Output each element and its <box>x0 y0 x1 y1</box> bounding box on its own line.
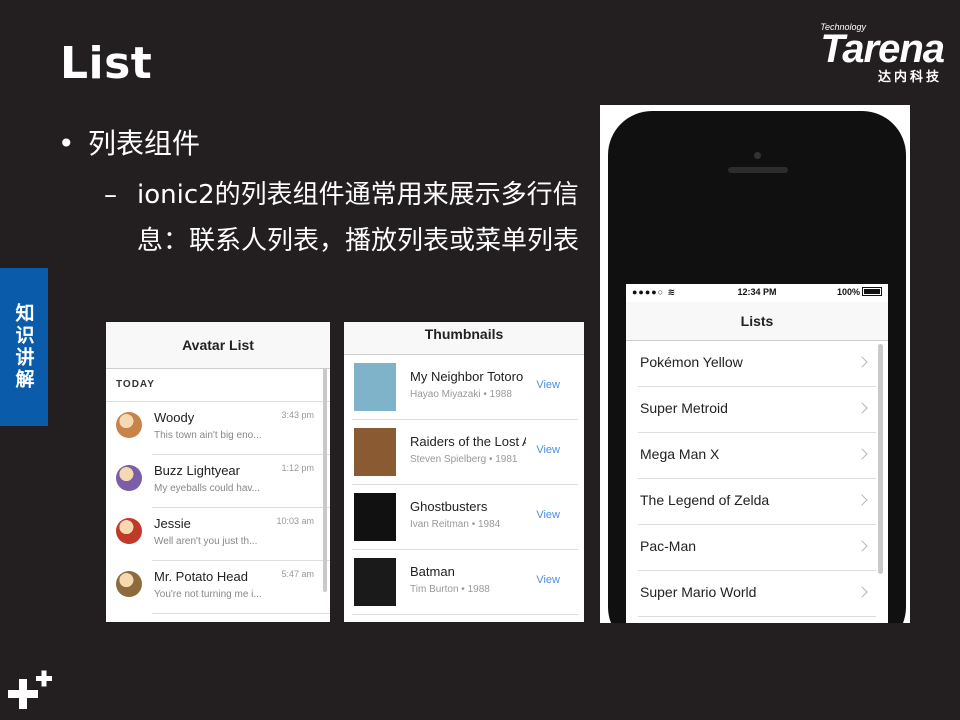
plus-logo-icon <box>8 670 52 709</box>
avatar <box>116 518 142 544</box>
chevron-right-icon <box>856 586 868 598</box>
contact-name: Buzz Lightyear <box>154 463 240 478</box>
list-item[interactable]: Street Fighter II <box>638 617 876 623</box>
phone-camera <box>754 152 761 159</box>
list-item[interactable]: The Legend of Zelda <box>638 479 876 525</box>
movie-title: My Neighbor Totoro <box>410 369 524 384</box>
status-bar: ●●●●○ ≋ 12:34 PM 100% <box>626 284 888 302</box>
list-item-label: Super Mario World <box>640 584 757 600</box>
battery-percent: 100% <box>836 287 860 297</box>
movie-subtitle: Hayao Miyazaki • 1988 <box>410 389 512 400</box>
thumbnail-list: My Neighbor Totoro Hayao Miyazaki • 1988 V… <box>344 355 584 615</box>
message-preview: This town ain't big eno... <box>154 430 262 441</box>
phone-list-scrollbar[interactable] <box>878 344 883 574</box>
list-item[interactable]: Super Metroid <box>638 387 876 433</box>
movie-title: Raiders of the Lost Ark <box>410 434 526 449</box>
avatar-list-scrollbar[interactable] <box>323 368 327 592</box>
chevron-right-icon <box>856 540 868 552</box>
contact-name: Woody <box>154 410 195 425</box>
phone-nav-title: Lists <box>626 302 888 341</box>
movie-thumbnail <box>354 363 396 411</box>
movie-thumbnail <box>354 558 396 606</box>
list-item-label: Super Metroid <box>640 400 728 416</box>
phone-speaker <box>728 167 788 173</box>
bullet-level-1: • 列表组件 <box>58 122 200 162</box>
contact-name: Jessie <box>154 516 191 531</box>
view-button[interactable]: View <box>536 509 560 521</box>
view-button[interactable]: View <box>536 444 560 456</box>
avatar <box>116 412 142 438</box>
status-battery: 100% <box>837 287 882 297</box>
list-item-label: Mega Man X <box>640 446 720 462</box>
avatar-list-panel: Avatar List TODAY Woody This town ain't b… <box>106 322 330 622</box>
list-item[interactable]: Super Mario World <box>638 571 876 617</box>
view-button[interactable]: View <box>536 379 560 391</box>
slide-title: List <box>60 38 153 89</box>
side-tab: 知识讲解 <box>0 268 48 426</box>
side-tab-label: 知识讲解 <box>12 303 35 391</box>
list-item[interactable]: Buzz Lightyear My eyeballs could hav... 1:… <box>116 455 330 508</box>
phone-list: Pokémon Yellow Super Metroid Mega Man X The… <box>626 341 888 623</box>
phone-screen: ●●●●○ ≋ 12:34 PM 100% Lists Pokémon Yell… <box>626 284 888 623</box>
chevron-right-icon <box>856 402 868 414</box>
bullet-2-text: ionic2的列表组件通常用来展示多行信息：联系人列表，播放列表或菜单列表 <box>137 180 580 256</box>
movie-thumbnail <box>354 493 396 541</box>
contact-name: Mr. Potato Head <box>154 569 248 584</box>
list-item[interactable]: Pokémon Yellow <box>638 341 876 387</box>
list-item[interactable]: My Neighbor Totoro Hayao Miyazaki • 1988 V… <box>352 355 578 420</box>
battery-icon <box>862 287 882 296</box>
logo-cn: 达内科技 <box>877 70 942 85</box>
message-time: 10:03 am <box>276 516 314 526</box>
message-time: 3:43 pm <box>281 410 314 420</box>
thumbnails-header: Thumbnails <box>344 322 584 355</box>
list-item-label: Pac-Man <box>640 538 697 554</box>
list-item[interactable]: Mr. Potato Head You're not turning me i..… <box>116 561 330 614</box>
list-item[interactable]: Raiders of the Lost Ark Steven Spielberg … <box>352 420 578 485</box>
section-label-today: TODAY <box>106 369 330 402</box>
bullet-1-text: 列表组件 <box>88 127 201 160</box>
message-time: 1:12 pm <box>281 463 314 473</box>
tarena-logo: Technology Tarena 达内科技 <box>774 22 945 92</box>
movie-subtitle: Ivan Reitman • 1984 <box>410 519 501 530</box>
avatar-list: Woody This town ain't big eno... 3:43 pm Bu… <box>106 402 330 614</box>
message-time: 5:47 am <box>281 569 314 579</box>
avatar-list-header: Avatar List <box>106 322 330 369</box>
movie-title: Batman <box>410 564 455 579</box>
avatar <box>116 571 142 597</box>
message-preview: My eyeballs could hav... <box>154 483 260 494</box>
bullet-dot-icon: • <box>58 127 75 160</box>
view-button[interactable]: View <box>536 574 560 586</box>
message-preview: Well aren't you just th... <box>154 536 258 547</box>
chevron-right-icon <box>856 448 868 460</box>
list-item[interactable]: Ghostbusters Ivan Reitman • 1984 View <box>352 485 578 550</box>
avatar <box>116 465 142 491</box>
list-item[interactable]: Batman Tim Burton • 1988 View <box>352 550 578 615</box>
bullet-dash: – <box>104 180 117 210</box>
movie-subtitle: Steven Spielberg • 1981 <box>410 454 518 465</box>
list-item[interactable]: Woody This town ain't big eno... 3:43 pm <box>116 402 330 455</box>
list-item[interactable]: Jessie Well aren't you just th... 10:03 am <box>116 508 330 561</box>
list-item-label: The Legend of Zelda <box>640 492 770 508</box>
chevron-right-icon <box>856 356 868 368</box>
movie-title: Ghostbusters <box>410 499 488 514</box>
list-item[interactable]: Pac-Man <box>638 525 876 571</box>
thumbnails-panel: Thumbnails My Neighbor Totoro Hayao Miyaz… <box>344 322 584 622</box>
list-item-label: Pokémon Yellow <box>640 354 743 370</box>
list-item[interactable]: Mega Man X <box>638 433 876 479</box>
chevron-right-icon <box>856 494 868 506</box>
phone-mockup: ●●●●○ ≋ 12:34 PM 100% Lists Pokémon Yell… <box>600 105 910 623</box>
message-preview: You're not turning me i... <box>154 589 262 600</box>
bullet-level-2: – ionic2的列表组件通常用来展示多行信息：联系人列表，播放列表或菜单列表 <box>104 172 584 264</box>
movie-thumbnail <box>354 428 396 476</box>
movie-subtitle: Tim Burton • 1988 <box>410 584 490 595</box>
